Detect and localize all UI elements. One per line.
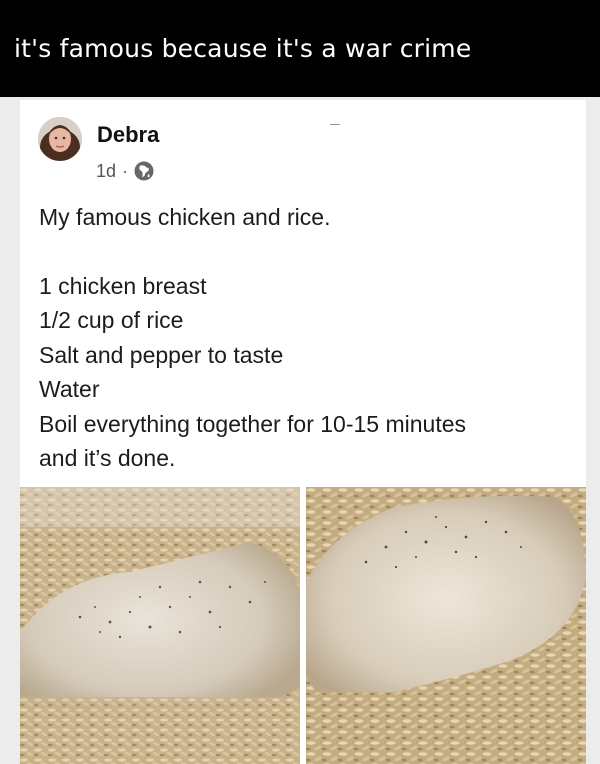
avatar-image xyxy=(38,117,82,161)
meme-caption-bar: it's famous because it's a war crime xyxy=(0,0,600,97)
meta-separator: · xyxy=(122,160,129,181)
post-title-line: My famous chicken and rice. xyxy=(39,204,331,230)
photo-right-image xyxy=(306,487,586,764)
meme-caption: it's famous because it's a war crime xyxy=(14,34,472,63)
divider-mark xyxy=(330,124,340,125)
avatar[interactable] xyxy=(38,117,82,161)
post-meta: 1d · xyxy=(96,160,154,182)
facebook-post-card: Debra 1d · My famous chicken and rice. 1… xyxy=(20,100,586,764)
recipe-line: 1/2 cup of rice xyxy=(39,307,184,333)
recipe-line: and it’s done. xyxy=(39,445,176,471)
chicken-rice-photo-left[interactable] xyxy=(20,487,300,764)
recipe-line: 1 chicken breast xyxy=(39,272,207,299)
recipe-line: Salt and pepper to taste xyxy=(39,341,284,368)
recipe-line: Water xyxy=(39,376,100,402)
post-author-name[interactable]: Debra xyxy=(97,122,159,148)
globe-icon[interactable] xyxy=(134,161,154,181)
chicken-rice-photo-right[interactable] xyxy=(306,487,586,764)
photo-left-image xyxy=(20,487,300,764)
recipe-line: Boil everything together for 10-15 minut… xyxy=(39,410,467,437)
post-timestamp[interactable]: 1d xyxy=(96,161,116,182)
post-text: My famous chicken and rice. 1 chicken br… xyxy=(39,200,579,476)
